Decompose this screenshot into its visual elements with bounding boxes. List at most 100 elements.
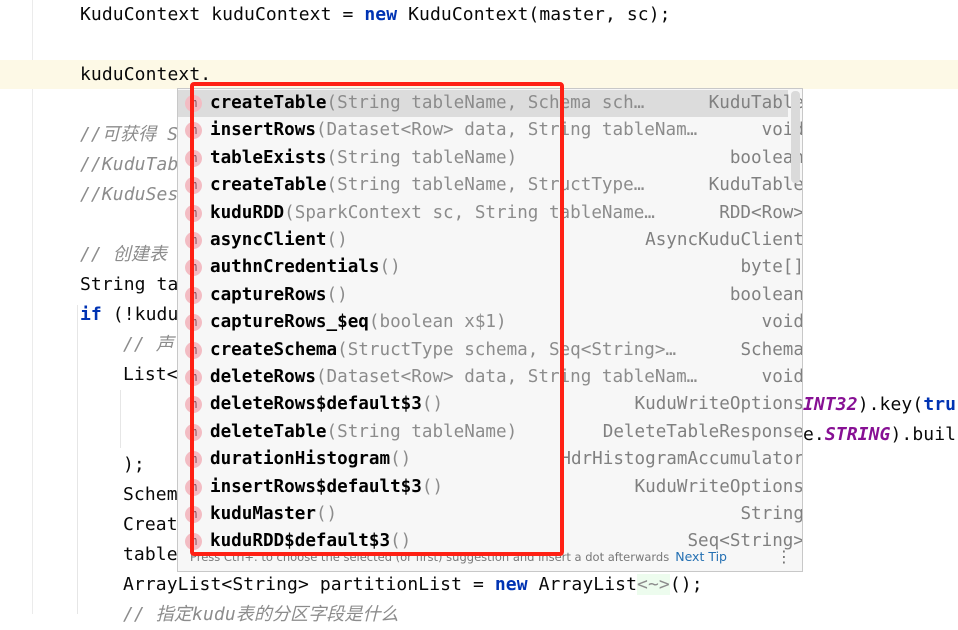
completion-item[interactable]: m authnCredentials() byte[]	[178, 254, 802, 281]
method-params: (String tableName)	[326, 421, 518, 442]
method-params: ()	[379, 257, 401, 278]
method-params: (SparkContext sc, String tableName…	[284, 202, 655, 223]
completion-item[interactable]: m durationHistogram() HdrHistogramAccumula…	[178, 446, 802, 473]
completion-item[interactable]: m insertRows$default$3() KuduWriteOptions	[178, 474, 802, 501]
completion-item[interactable]: m deleteRows$default$3() KuduWriteOptions	[178, 391, 802, 418]
method-signature: createTable(String tableName, Schema sch…	[210, 90, 644, 117]
completion-item[interactable]: m kuduMaster() String	[178, 501, 802, 528]
completion-item[interactable]: m captureRows_$eq(boolean x$1) void	[178, 309, 802, 336]
method-name: asyncClient	[210, 230, 327, 250]
return-type: AsyncKuduClient	[645, 230, 803, 250]
code-token: //KuduTab	[80, 154, 179, 175]
completion-item[interactable]: m deleteTable(String tableName) DeleteTabl…	[178, 419, 802, 446]
completion-item[interactable]: m captureRows() boolean	[178, 282, 802, 309]
method-signature: durationHistogram()	[210, 446, 411, 473]
completion-item[interactable]: m kuduRDD(SparkContext sc, String tableNa…	[178, 200, 802, 227]
code-token: <~>	[637, 574, 670, 595]
code-token: STRING	[824, 424, 891, 445]
code-line: Schem	[123, 480, 178, 510]
code-token: ();	[669, 574, 703, 595]
code-line: // 创建表	[80, 240, 167, 270]
method-signature: deleteRows$default$3()	[210, 391, 443, 418]
completion-item[interactable]: m deleteRows(Dataset<Row> data, String ta…	[178, 364, 802, 391]
code-token: ).key(	[857, 394, 924, 415]
code-line: table	[123, 540, 178, 570]
return-type: KuduTable	[708, 93, 803, 113]
method-params: (Dataset<Row> data, String tableNam…	[315, 120, 698, 141]
method-signature: tableExists(String tableName)	[210, 145, 517, 172]
method-name: kuduRDD	[210, 202, 285, 223]
code-line-fragment: e.STRING).buil	[803, 420, 956, 450]
completion-item[interactable]: m insertRows(Dataset<Row> data, String ta…	[178, 117, 802, 144]
code-token: INT32	[803, 394, 858, 415]
popup-footer: Press Ctrl+. to choose the selected (or …	[178, 543, 802, 571]
method-icon: m	[185, 286, 202, 304]
code-token: // 声	[123, 334, 174, 355]
completion-item[interactable]: m asyncClient() AsyncKuduClient	[178, 227, 802, 254]
return-type: byte[]	[740, 257, 803, 278]
method-signature: kuduMaster()	[210, 501, 337, 528]
method-params: ()	[390, 449, 412, 470]
gutter-divider	[32, 0, 33, 614]
popup-scrollbar[interactable]	[791, 91, 800, 183]
next-tip-link[interactable]: Next Tip	[675, 549, 727, 564]
code-token: ).buil	[890, 424, 957, 445]
code-token: new	[364, 4, 398, 25]
method-icon: m	[185, 314, 202, 332]
code-line: if (!kudu	[80, 300, 178, 330]
return-type: void	[761, 312, 803, 333]
return-type: RDD<Row>	[719, 202, 803, 223]
method-name: tableExists	[210, 147, 327, 168]
method-signature: insertRows$default$3()	[210, 474, 443, 501]
code-line: KuduContext kuduContext = new KuduContex…	[80, 0, 671, 30]
return-type: DeleteTableResponse	[602, 421, 803, 442]
code-line: //KuduTab	[80, 150, 178, 180]
code-line: Creat	[123, 510, 178, 540]
code-token: // 指定kudu表的分区字段是什么	[123, 604, 399, 625]
code-token: String ta	[80, 274, 179, 295]
method-icon: m	[185, 369, 202, 386]
code-line: String ta	[80, 270, 178, 300]
method-name: deleteRows$default$3	[210, 394, 422, 415]
method-signature: createSchema(StructType schema, Seq<Stri…	[210, 337, 676, 364]
method-icon: m	[185, 506, 202, 523]
return-type: String	[740, 504, 803, 524]
method-icon: m	[185, 149, 202, 167]
method-signature: insertRows(Dataset<Row> data, String tab…	[210, 117, 697, 144]
method-signature: deleteRows(Dataset<Row> data, String tab…	[210, 364, 697, 391]
method-params: ()	[421, 394, 444, 415]
method-name: authnCredentials	[210, 257, 380, 278]
completion-item[interactable]: m createTable(String tableName, StructTyp…	[178, 172, 802, 199]
method-params: (String tableName)	[326, 147, 518, 168]
method-icon: m	[185, 232, 202, 249]
method-icon: m	[185, 341, 202, 359]
method-params: ()	[315, 504, 338, 524]
method-params: ()	[326, 230, 348, 250]
indent-guide	[77, 305, 78, 614]
return-type: HdrHistogramAccumulator	[560, 449, 803, 470]
method-signature: kuduRDD(SparkContext sc, String tableNam…	[210, 200, 655, 227]
method-icon: m	[185, 451, 202, 469]
method-name: createSchema	[210, 339, 338, 360]
completion-item[interactable]: m createTable(String tableName, Schema sc…	[178, 90, 802, 117]
method-name: createTable	[210, 93, 327, 113]
completion-item[interactable]: m tableExists(String tableName) boolean	[178, 145, 802, 172]
method-name: durationHistogram	[210, 449, 391, 470]
code-token: ArrayList	[527, 574, 638, 595]
method-params: ()	[326, 284, 348, 305]
code-token: table	[123, 544, 178, 565]
method-icon: m	[185, 396, 202, 414]
return-type: Schema	[740, 339, 803, 360]
code-line: // 声	[123, 330, 174, 360]
method-signature: asyncClient()	[210, 227, 348, 254]
code-line: kuduContext.	[80, 60, 211, 90]
completion-item[interactable]: m createSchema(StructType schema, Seq<Str…	[178, 337, 802, 364]
method-name: insertRows	[210, 120, 316, 141]
method-name: captureRows_$eq	[210, 312, 369, 333]
method-signature: authnCredentials()	[210, 254, 401, 281]
code-token: new	[494, 574, 528, 595]
return-type: boolean	[729, 284, 803, 305]
method-name: captureRows	[210, 284, 327, 305]
code-line: ArrayList<String> partitionList = new Ar…	[123, 570, 703, 600]
more-options-icon[interactable]: ⋮	[776, 543, 792, 571]
